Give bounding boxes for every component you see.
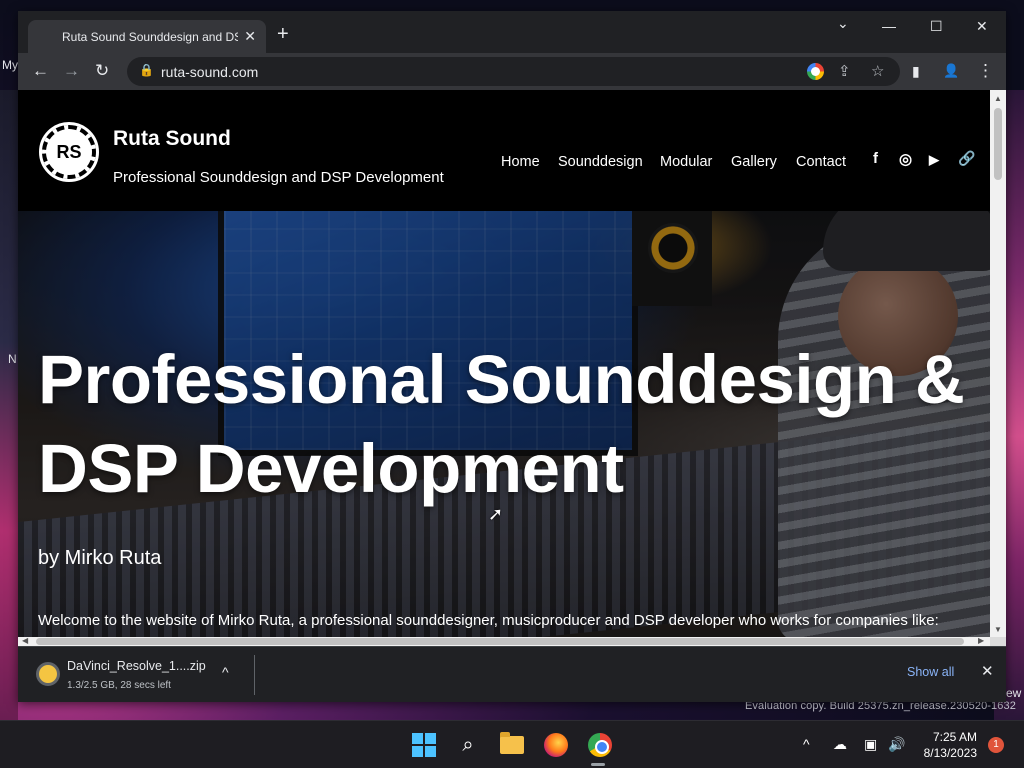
google-lens-icon[interactable] xyxy=(807,63,824,80)
taskbar-chrome[interactable] xyxy=(587,732,613,758)
side-panel-icon[interactable]: ▮ xyxy=(912,61,920,81)
network-icon[interactable]: ▣ xyxy=(864,736,877,753)
vertical-scrollbar[interactable]: ▲ ▼ xyxy=(990,90,1006,637)
desktop-icon-label[interactable]: N xyxy=(8,352,17,366)
logo-text: RS xyxy=(56,141,82,162)
hero-section: Professional Sounddesign & DSP Developme… xyxy=(18,211,990,637)
scroll-left-arrow-icon[interactable]: ◀ xyxy=(22,636,28,645)
scroll-up-arrow-icon[interactable]: ▲ xyxy=(994,94,1002,103)
back-button[interactable]: ← xyxy=(32,61,49,81)
taskbar-search-button[interactable]: ⌕ xyxy=(455,732,481,758)
taskbar-firefox[interactable] xyxy=(543,732,569,758)
active-app-indicator xyxy=(591,763,605,766)
folder-icon xyxy=(500,732,524,754)
tab-search-icon[interactable]: ⌄ xyxy=(837,15,849,32)
nav-sounddesign[interactable]: Sounddesign xyxy=(558,154,643,170)
facebook-icon[interactable]: f xyxy=(873,150,878,167)
address-bar-url[interactable]: ruta-sound.com xyxy=(161,64,258,80)
system-clock[interactable]: 7:25 AM 8/13/2023 xyxy=(912,729,977,761)
browser-toolbar: ← → ↻ 🔒 ruta-sound.com ⇪ ☆ ▮ 👤 ⋮ xyxy=(18,53,1006,90)
volume-icon[interactable]: 🔊 xyxy=(888,736,905,753)
site-tagline: Professional Sounddesign and DSP Develop… xyxy=(113,169,444,186)
nav-home[interactable]: Home xyxy=(501,154,540,170)
desktop-wallpaper-left xyxy=(0,90,18,720)
minimize-button[interactable]: — xyxy=(882,18,896,34)
horizontal-scrollbar[interactable]: ◀ ▶ xyxy=(18,636,990,646)
taskbar: ⌕ ^ ☁ ▣ 🔊 7:25 AM 8/13/2023 1 xyxy=(0,720,1024,768)
profile-icon[interactable]: 👤 xyxy=(943,61,959,81)
new-tab-button[interactable]: + xyxy=(277,24,289,44)
scroll-right-arrow-icon[interactable]: ▶ xyxy=(978,636,984,645)
hero-heading: Professional Sounddesign & DSP Developme… xyxy=(38,335,978,513)
zip-file-icon[interactable] xyxy=(36,662,60,686)
browser-window: Ruta Sound Sounddesign and DSP ✕ + ⌄ — ☐… xyxy=(18,11,1006,702)
firefox-icon xyxy=(544,733,568,757)
close-shelf-button[interactable]: ✕ xyxy=(981,662,994,680)
tab-ruta-sound[interactable]: Ruta Sound Sounddesign and DSP ✕ xyxy=(28,20,266,53)
page-viewport: RS Ruta Sound Professional Sounddesign a… xyxy=(18,90,990,637)
scroll-down-arrow-icon[interactable]: ▼ xyxy=(994,625,1002,634)
tab-close-icon[interactable]: ✕ xyxy=(244,28,256,45)
download-file-name[interactable]: DaVinci_Resolve_1....zip xyxy=(67,659,206,673)
start-button[interactable] xyxy=(411,732,437,758)
hero-heading-line-2: DSP Development xyxy=(38,430,624,507)
search-icon: ⌕ xyxy=(462,733,474,756)
vertical-scroll-thumb[interactable] xyxy=(994,108,1002,180)
hero-heading-line-1: Professional Sounddesign & xyxy=(38,341,965,418)
clock-time: 7:25 AM xyxy=(932,730,977,744)
nav-gallery[interactable]: Gallery xyxy=(731,154,777,170)
download-status: 1.3/2.5 GB, 28 secs left xyxy=(67,680,171,691)
mouse-cursor-icon: ➚ xyxy=(488,504,504,524)
site-header: RS Ruta Sound Professional Sounddesign a… xyxy=(18,90,990,211)
notification-badge[interactable]: 1 xyxy=(988,737,1004,753)
chrome-icon xyxy=(588,733,612,757)
site-logo[interactable]: RS xyxy=(39,122,99,182)
hero-byline: by Mirko Ruta xyxy=(38,547,162,569)
lock-icon[interactable]: 🔒 xyxy=(139,63,154,77)
download-shelf: DaVinci_Resolve_1....zip 1.3/2.5 GB, 28 … xyxy=(18,646,1006,702)
taskbar-file-explorer[interactable] xyxy=(499,732,525,758)
link-icon[interactable]: 🔗 xyxy=(958,150,975,167)
forward-button[interactable]: → xyxy=(63,61,80,81)
windows-logo-icon xyxy=(412,733,436,757)
nav-contact[interactable]: Contact xyxy=(796,154,846,170)
nav-modular[interactable]: Modular xyxy=(660,154,712,170)
maximize-button[interactable]: ☐ xyxy=(930,18,943,35)
chevron-up-icon[interactable]: ^ xyxy=(222,664,229,680)
tab-strip: Ruta Sound Sounddesign and DSP ✕ + ⌄ — ☐… xyxy=(18,11,1006,53)
instagram-icon[interactable]: ◎ xyxy=(899,150,912,168)
share-icon[interactable]: ⇪ xyxy=(838,62,851,80)
hero-welcome-text: Welcome to the website of Mirko Ruta, a … xyxy=(38,612,939,629)
youtube-icon[interactable]: ▶ xyxy=(929,152,939,168)
close-window-button[interactable]: ✕ xyxy=(976,18,988,35)
horizontal-scroll-thumb[interactable] xyxy=(36,638,964,645)
chrome-menu-icon[interactable]: ⋮ xyxy=(977,61,994,81)
desktop-icon-label[interactable]: ew xyxy=(1006,686,1021,700)
site-title[interactable]: Ruta Sound xyxy=(113,127,231,151)
reload-button[interactable]: ↻ xyxy=(95,61,109,81)
divider xyxy=(254,655,255,695)
tray-overflow-chevron-icon[interactable]: ^ xyxy=(803,736,810,752)
tab-title: Ruta Sound Sounddesign and DSP xyxy=(62,29,238,44)
clock-date: 8/13/2023 xyxy=(923,746,977,760)
desktop-icon-label[interactable]: My xyxy=(2,58,18,72)
cloud-offline-icon[interactable]: ☁ xyxy=(833,736,847,753)
address-bar[interactable]: 🔒 ruta-sound.com ⇪ ☆ xyxy=(127,57,900,86)
show-all-button[interactable]: Show all xyxy=(907,665,954,679)
bookmark-star-icon[interactable]: ☆ xyxy=(871,62,884,80)
